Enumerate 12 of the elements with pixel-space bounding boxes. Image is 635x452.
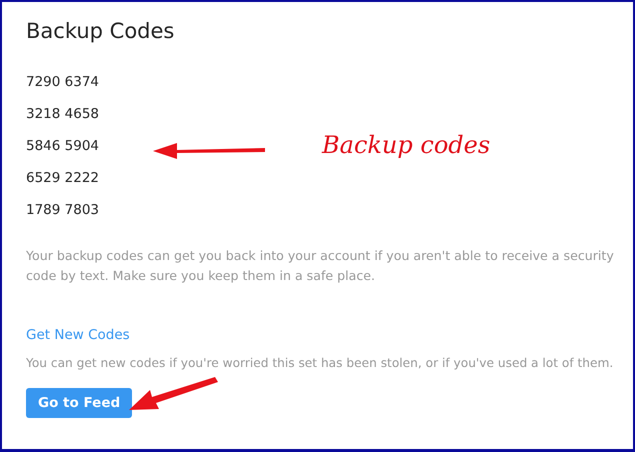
backup-code: 3218 4658 [26, 105, 100, 124]
new-codes-description: You can get new codes if you're worried this set has been stolen, or if you've used a lot of them. [26, 355, 614, 372]
annotation-label: Backup codes [322, 131, 490, 159]
backup-code: 1789 7803 [26, 201, 100, 220]
backup-code: 6529 2222 [26, 169, 100, 188]
backup-code: 5846 5904 [26, 137, 100, 156]
page-title: Backup Codes [26, 18, 174, 45]
description-text: Your backup codes can get you back into your account if you aren't able to receive a security code by text. Make sure you keep them in a safe place. [26, 247, 615, 285]
go-to-feed-button[interactable]: Go to Feed [26, 388, 132, 418]
arrow-icon [128, 376, 218, 412]
get-new-codes-link[interactable]: Get New Codes [26, 325, 130, 345]
backup-code: 7290 6374 [26, 73, 100, 92]
